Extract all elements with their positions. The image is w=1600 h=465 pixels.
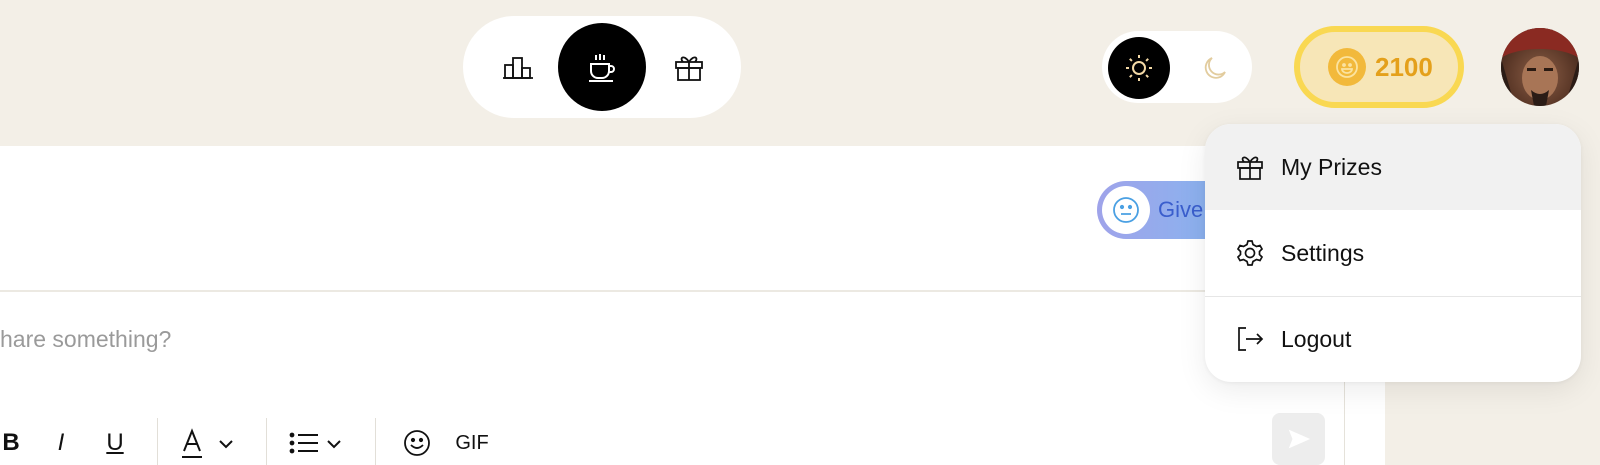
give-label: Give <box>1158 197 1204 222</box>
send-button[interactable] <box>1272 413 1325 465</box>
italic-button[interactable]: I <box>50 425 72 461</box>
dark-mode-button[interactable] <box>1184 37 1246 99</box>
gift-icon <box>675 56 703 81</box>
theme-toggle <box>1102 31 1252 103</box>
neutral-face-icon <box>1102 186 1150 234</box>
menu-item-label: My Prizes <box>1281 153 1382 180</box>
list-button[interactable] <box>288 425 348 461</box>
emoji-button[interactable] <box>402 425 432 461</box>
bold-button[interactable]: B <box>0 425 22 461</box>
post-input[interactable]: hare something? <box>0 326 171 353</box>
smiley-icon <box>404 430 430 456</box>
user-menu: My Prizes Settings Logout <box>1205 124 1581 382</box>
light-mode-button[interactable] <box>1108 37 1170 99</box>
menu-item-label: Logout <box>1281 325 1352 352</box>
menu-item-logout[interactable]: Logout <box>1205 296 1581 382</box>
menu-item-my-prizes[interactable]: My Prizes <box>1205 124 1581 210</box>
list-icon <box>289 432 341 454</box>
nav-gift-button[interactable] <box>645 23 733 111</box>
send-icon <box>1288 429 1310 449</box>
nav-coffee-button[interactable] <box>558 23 646 111</box>
menu-item-label: Settings <box>1281 239 1365 266</box>
main-nav <box>463 16 741 118</box>
gear-icon <box>1236 240 1264 266</box>
nav-leaderboard-button[interactable] <box>474 23 562 111</box>
toolbar-divider <box>157 418 158 465</box>
underline-button[interactable]: U <box>104 425 126 461</box>
menu-item-settings[interactable]: Settings <box>1205 210 1581 296</box>
coin-balance[interactable]: 2100 <box>1294 26 1464 108</box>
text-color-button[interactable] <box>180 425 240 461</box>
avatar[interactable] <box>1501 28 1579 106</box>
coffee-cup-icon <box>589 54 615 82</box>
sun-icon <box>1126 55 1152 81</box>
toolbar-divider <box>375 418 376 465</box>
moon-icon <box>1204 57 1226 79</box>
leaderboard-icon <box>503 57 533 79</box>
gift-icon <box>1237 156 1263 180</box>
coin-icon <box>1328 48 1366 86</box>
text-color-icon <box>182 428 233 458</box>
coin-count: 2100 <box>1375 51 1433 82</box>
gif-button[interactable]: GIF <box>455 425 489 461</box>
logout-icon <box>1238 327 1264 351</box>
toolbar-divider <box>266 418 267 465</box>
